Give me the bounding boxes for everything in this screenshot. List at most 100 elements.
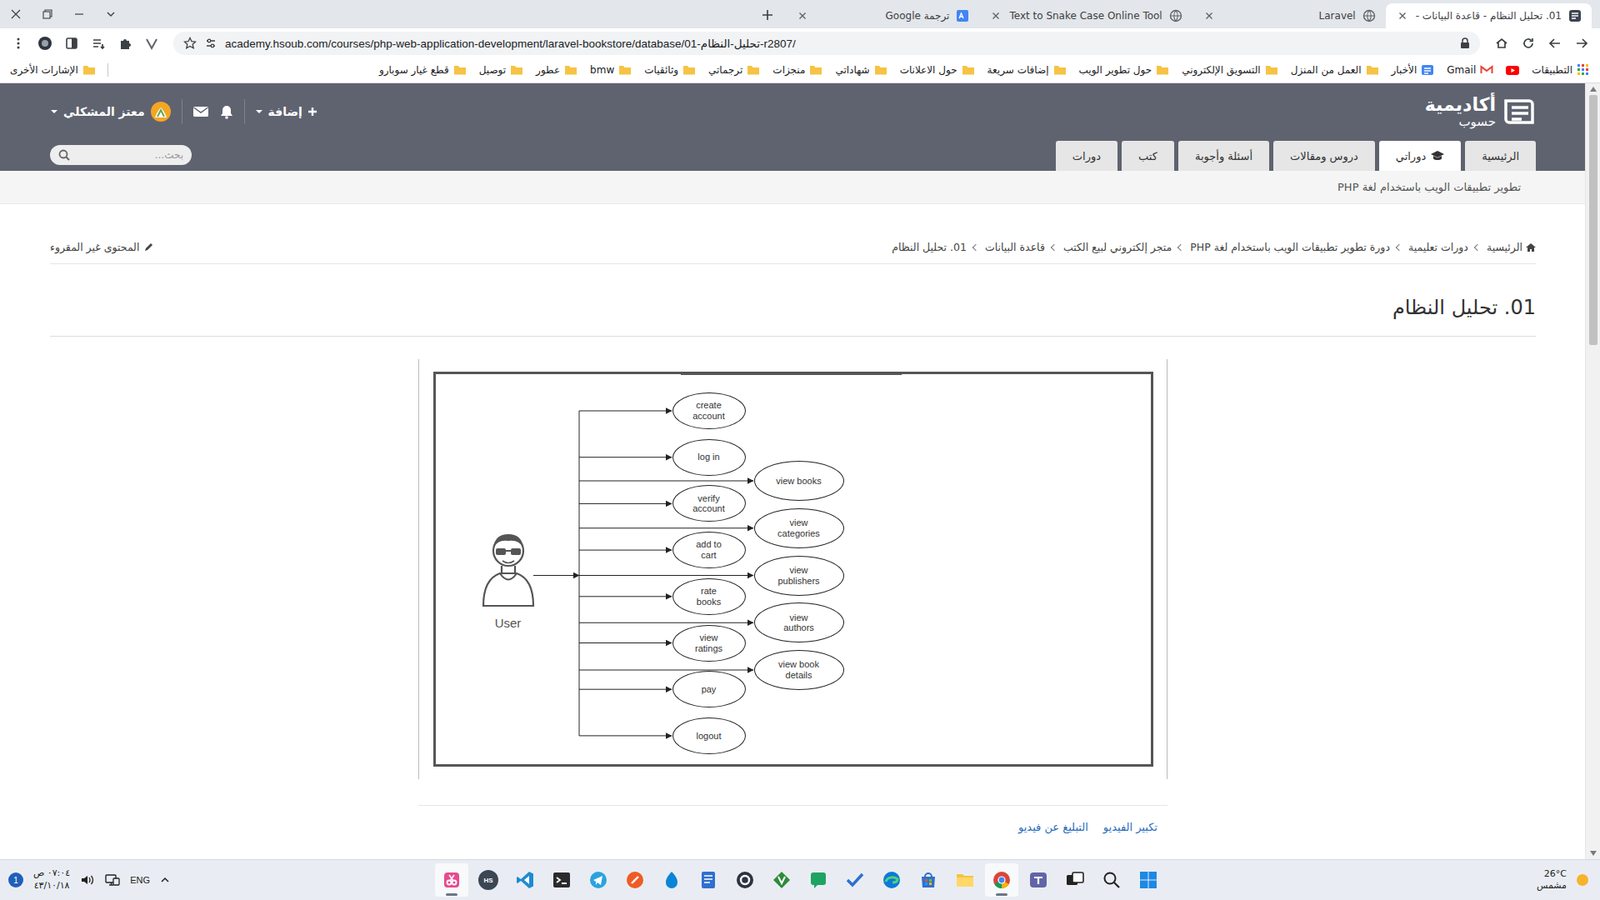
restore-button[interactable] (31, 0, 64, 29)
close-window-button[interactable] (0, 0, 32, 29)
add-menu[interactable]: إضافة (255, 105, 318, 119)
site-logo[interactable]: أكاديميةحسوب (1425, 95, 1536, 130)
taskbar-app[interactable] (435, 863, 469, 897)
browser-tab[interactable]: ترجمة Google (785, 3, 980, 29)
bookmark[interactable]: bmw (590, 63, 632, 77)
taskbar-app[interactable] (581, 863, 615, 897)
envelope-icon[interactable] (192, 105, 210, 119)
use-case[interactable]: view books (754, 460, 845, 501)
address-bar[interactable]: academy.hsoub.com/courses/php-web-applic… (173, 31, 1480, 55)
taskbar-app[interactable] (838, 863, 872, 897)
taskbar-app[interactable] (618, 863, 652, 897)
taskbar-app[interactable] (508, 863, 542, 897)
back-button[interactable] (1570, 31, 1594, 55)
taskbar-app[interactable] (545, 863, 579, 897)
video-link[interactable]: تكبير الفيديو (1103, 820, 1158, 834)
taskbar-app[interactable] (985, 863, 1019, 897)
extensions-button[interactable] (113, 31, 137, 55)
bookmark[interactable]: Gmail (1446, 63, 1494, 77)
nav-tab[interactable]: الرئيسية (1465, 140, 1536, 171)
user-menu[interactable]: معتز المشكلي (50, 100, 172, 123)
taskbar-app[interactable] (1131, 863, 1165, 897)
bookmark[interactable]: العمل من المنزل (1290, 63, 1380, 77)
profile-button[interactable] (33, 31, 57, 55)
close-icon[interactable] (795, 9, 810, 23)
minimize-button[interactable] (63, 0, 95, 29)
use-case[interactable]: view book details (754, 650, 845, 690)
taskbar-app[interactable] (728, 863, 762, 897)
taskbar-app[interactable] (948, 863, 982, 897)
taskbar-app[interactable] (1058, 863, 1092, 897)
use-case[interactable]: rate books (672, 578, 746, 615)
bookmark[interactable] (1505, 63, 1520, 77)
bookmark[interactable]: شهاداتي (835, 63, 887, 77)
course-title[interactable]: تطوير تطبيقات الويب باستخدام لغة PHP (1337, 180, 1521, 194)
taskbar-app[interactable]: HS (471, 863, 505, 897)
bookmark[interactable]: الأخبار (1391, 63, 1435, 77)
notification-badge[interactable]: 1 (8, 872, 24, 888)
clock[interactable]: ٠٧:٠٤ ص٤٣/١٠/١٨ (33, 867, 70, 893)
breadcrumb-item[interactable]: دورات تعليمية (1408, 240, 1469, 254)
use-case[interactable]: verify account (672, 485, 746, 522)
bookmark[interactable]: إضافات سريعة (987, 63, 1067, 77)
search-icon[interactable] (58, 149, 70, 161)
use-case[interactable]: view ratings (672, 625, 746, 662)
network-icon[interactable] (105, 873, 120, 887)
bookmark[interactable]: قطع غيار سوبارو (379, 63, 467, 77)
use-case[interactable]: log in (672, 439, 746, 476)
bell-icon[interactable] (219, 104, 235, 120)
bookmark[interactable]: حول تطوير الويب (1079, 63, 1170, 77)
nav-tab[interactable]: دوراتي (1379, 140, 1461, 171)
weather-widget[interactable]: 26°Cمشمس (1536, 868, 1592, 893)
breadcrumb-item[interactable]: دورة تطوير تطبيقات الويب باستخدام لغة PH… (1190, 240, 1390, 254)
use-case[interactable]: view categories (754, 508, 845, 549)
language-indicator[interactable]: ENG (130, 875, 150, 885)
bookmark[interactable]: توصيل (479, 63, 524, 77)
use-case[interactable]: create account (672, 392, 746, 430)
browser-tab[interactable]: Text to Snake Case Online Tool (979, 3, 1192, 29)
search-input[interactable] (75, 149, 184, 161)
taskbar-app[interactable] (691, 863, 725, 897)
bookmark[interactable]: ترجماتي (708, 63, 760, 77)
use-case[interactable]: view publishers (754, 555, 845, 596)
vpn-button[interactable] (140, 31, 164, 55)
use-case[interactable]: add to cart (672, 531, 746, 569)
side-panel-button[interactable] (60, 31, 84, 55)
volume-icon[interactable] (80, 873, 95, 887)
taskbar-app[interactable] (875, 863, 909, 897)
video-link[interactable]: التبليغ عن فيديو (1018, 820, 1089, 834)
breadcrumb-item[interactable]: الرئيسية (1486, 240, 1536, 254)
bookmark[interactable]: عطور (535, 63, 578, 77)
browser-tab[interactable]: Laravel (1192, 3, 1386, 29)
new-tab-button[interactable] (755, 3, 780, 27)
use-case[interactable]: view authors (754, 602, 845, 643)
taskbar-app[interactable] (1021, 863, 1055, 897)
close-icon[interactable] (1202, 9, 1216, 23)
reload-button[interactable] (1516, 31, 1540, 55)
chevron-up-icon[interactable] (160, 875, 170, 885)
taskbar-app[interactable] (801, 863, 835, 897)
bookmark[interactable]: التطبيقات (1531, 63, 1590, 77)
breadcrumb-item[interactable]: 01. تحليل النظام (891, 240, 967, 254)
home-button[interactable] (1490, 31, 1514, 55)
nav-tab[interactable]: دروس ومقالات (1273, 140, 1375, 171)
taskbar-app[interactable] (1095, 863, 1129, 897)
unread-content-link[interactable]: المحتوى غير المقروء (50, 240, 154, 254)
tab-search-button[interactable] (95, 0, 127, 29)
reading-list-button[interactable] (86, 31, 110, 55)
taskbar-app[interactable] (655, 863, 689, 897)
bookmark[interactable]: التسويق الإلكتروني (1181, 63, 1279, 77)
scrollbar[interactable] (1585, 83, 1600, 860)
use-case[interactable]: logout (672, 717, 746, 755)
bookmark[interactable]: حول الاعلانات (900, 63, 975, 77)
bookmark[interactable]: وثائقيات (644, 63, 696, 77)
forward-button[interactable] (1543, 31, 1567, 55)
use-case[interactable]: pay (672, 670, 746, 708)
bookmark[interactable]: منجزات (772, 63, 823, 77)
menu-button[interactable] (6, 31, 30, 55)
taskbar-app[interactable] (911, 863, 945, 897)
other-bookmarks[interactable]: الإشارات الأخرى (10, 63, 96, 77)
nav-tab[interactable]: كتب (1121, 140, 1175, 171)
browser-tab[interactable]: 01. تحليل النظام - قاعدة البيانات - (1385, 3, 1592, 29)
star-icon[interactable] (183, 36, 197, 50)
